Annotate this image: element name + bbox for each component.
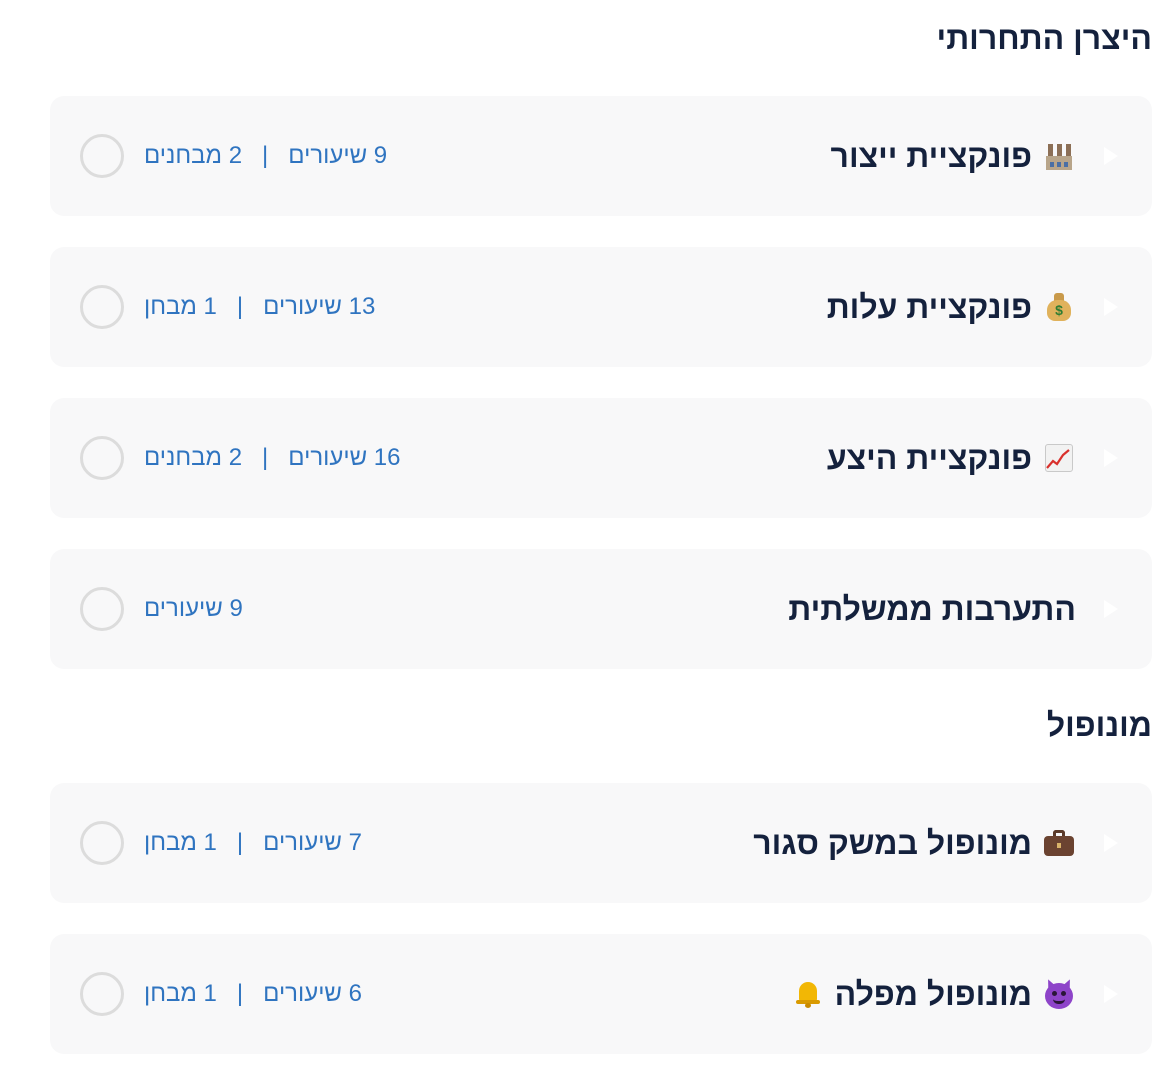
unit-card-production-function[interactable]: פונקציית ייצור 9 שיעורים | 2 מבחנים — [50, 96, 1152, 216]
progress-ring-icon — [80, 134, 124, 178]
unit-card-monopoly-closed-economy[interactable]: מונופול במשק סגור 7 שיעורים | 1 מבחן — [50, 783, 1152, 903]
expand-caret-icon[interactable] — [1104, 147, 1118, 165]
unit-card-supply-function[interactable]: פונקציית היצע 16 שיעורים | 2 מבחנים — [50, 398, 1152, 518]
unit-meta: 16 שיעורים | 2 מבחנים — [144, 444, 400, 472]
unit-card-cost-function[interactable]: $ פונקציית עלות 13 שיעורים | 1 מבחן — [50, 247, 1152, 367]
chart-increasing-icon — [1042, 441, 1076, 475]
briefcase-icon — [1042, 826, 1076, 860]
quizzes-count[interactable]: 1 מבחן — [144, 293, 217, 321]
progress-ring-icon — [80, 285, 124, 329]
devil-face-icon — [1042, 977, 1076, 1011]
expand-caret-icon[interactable] — [1104, 600, 1118, 618]
quizzes-count[interactable]: 1 מבחן — [144, 829, 217, 857]
lessons-count[interactable]: 9 שיעורים — [288, 142, 387, 170]
quizzes-count[interactable]: 1 מבחן — [144, 980, 217, 1008]
expand-caret-icon[interactable] — [1104, 449, 1118, 467]
unit-meta: 13 שיעורים | 1 מבחן — [144, 293, 375, 321]
money-bag-icon: $ — [1042, 290, 1076, 324]
meta-separator: | — [236, 293, 244, 320]
meta-separator: | — [236, 829, 244, 856]
lessons-count[interactable]: 7 שיעורים — [263, 829, 362, 857]
unit-meta: 6 שיעורים | 1 מבחן — [144, 980, 362, 1008]
unit-meta: 9 שיעורים | 2 מבחנים — [144, 142, 387, 170]
progress-ring-icon — [80, 821, 124, 865]
meta-separator: | — [262, 444, 269, 471]
expand-caret-icon[interactable] — [1104, 834, 1118, 852]
unit-title-text: פונקציית ייצור — [830, 137, 1033, 174]
section-title: היצרן התחרותי — [936, 20, 1152, 56]
unit-title-text: פונקציית היצע — [826, 439, 1032, 476]
unit-card-government-intervention[interactable]: התערבות ממשלתית 9 שיעורים — [50, 549, 1152, 669]
unit-title: $ פונקציית עלות — [827, 289, 1076, 326]
unit-meta: 7 שיעורים | 1 מבחן — [144, 829, 362, 857]
unit-title: מונופול במשק סגור — [753, 825, 1076, 862]
unit-title-text: מונופול במשק סגור — [753, 824, 1032, 861]
section-title: מונופול — [1046, 707, 1152, 743]
lessons-count[interactable]: 16 שיעורים — [288, 444, 400, 472]
meta-separator: | — [236, 980, 244, 1007]
factory-icon — [1042, 139, 1076, 173]
progress-ring-icon — [80, 436, 124, 480]
unit-title: פונקציית היצע — [827, 440, 1076, 477]
unit-meta: 9 שיעורים — [144, 595, 243, 623]
progress-ring-icon — [80, 587, 124, 631]
quizzes-count[interactable]: 2 מבחנים — [144, 444, 242, 472]
unit-title: התערבות ממשלתית — [788, 591, 1076, 628]
expand-caret-icon[interactable] — [1104, 985, 1118, 1003]
lessons-count[interactable]: 9 שיעורים — [144, 595, 243, 623]
unit-title-text: מונופול מפלה — [834, 975, 1032, 1012]
unit-title-text: פונקציית עלות — [826, 288, 1032, 325]
unit-title: פונקציית ייצור — [831, 138, 1077, 175]
lessons-count[interactable]: 6 שיעורים — [263, 980, 362, 1008]
unit-card-price-discriminating-monopoly[interactable]: מונופול מפלה 6 שיעורים | 1 מבחן — [50, 934, 1152, 1054]
lessons-count[interactable]: 13 שיעורים — [263, 293, 375, 321]
quizzes-count[interactable]: 2 מבחנים — [144, 142, 242, 170]
unit-title: מונופול מפלה — [791, 976, 1076, 1013]
bell-icon — [791, 977, 825, 1011]
unit-title-text: התערבות ממשלתית — [788, 590, 1076, 627]
progress-ring-icon — [80, 972, 124, 1016]
expand-caret-icon[interactable] — [1104, 298, 1118, 316]
meta-separator: | — [262, 142, 269, 169]
course-units-page: היצרן התחרותי פונקציית ייצור 9 שיעורים |… — [0, 18, 1176, 1092]
